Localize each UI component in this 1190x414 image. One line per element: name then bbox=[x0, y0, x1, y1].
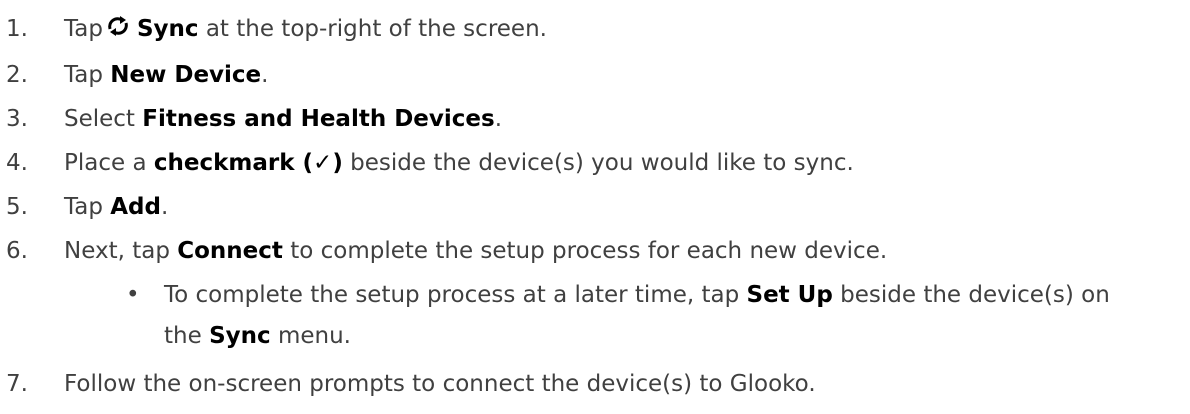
step-6: 6. Next, tap Connect to complete the setu… bbox=[0, 236, 887, 266]
step-5: 5. Tap Add. bbox=[0, 192, 168, 222]
bullet-marker: • bbox=[126, 282, 140, 308]
step-text: Place a checkmark (✓) beside the device(… bbox=[64, 148, 854, 178]
step-post: beside the device(s) you would like to s… bbox=[342, 150, 854, 176]
step-4: 4. Place a checkmark (✓) beside the devic… bbox=[0, 148, 854, 178]
step-number: 3. bbox=[6, 106, 28, 132]
sync-icon bbox=[105, 14, 131, 46]
step-pre: Place a bbox=[64, 150, 154, 176]
step-pre: Select bbox=[64, 106, 143, 132]
sub-bullet-continuation: the Sync menu. bbox=[164, 321, 351, 351]
step-text: Tap New Device. bbox=[64, 60, 268, 90]
step-pre: Tap bbox=[64, 62, 111, 88]
step-text: Tap Add. bbox=[64, 192, 168, 222]
step-number: 7. bbox=[6, 371, 28, 397]
sub-bullet-pre: To complete the setup process at a later… bbox=[164, 282, 747, 308]
step-bold: Connect bbox=[177, 238, 283, 264]
sub-bullet-bold: Set Up bbox=[746, 282, 833, 308]
step-text: Follow the on-screen prompts to connect … bbox=[64, 371, 816, 397]
sub-bullet-post: beside the device(s) on bbox=[832, 282, 1110, 308]
sub-bullet-item: • To complete the setup process at a late… bbox=[126, 280, 1110, 310]
step-post: to complete the setup process for each n… bbox=[282, 238, 888, 264]
step-2: 2. Tap New Device. bbox=[0, 60, 268, 90]
step-1: 1. Tap Sync at the top-right of the screen… bbox=[0, 14, 547, 46]
step-bold: Fitness and Health Devices bbox=[142, 106, 495, 132]
step-post: at the top-right of the screen. bbox=[198, 16, 547, 42]
step-text: Next, tap Connect to complete the setup … bbox=[64, 236, 887, 266]
sub-bullet-bold-2: Sync bbox=[209, 323, 271, 349]
step-number: 2. bbox=[6, 62, 28, 88]
step-number: 1. bbox=[6, 16, 28, 42]
sub-bullet-post-2: menu. bbox=[270, 323, 351, 349]
step-pre: Tap bbox=[64, 194, 111, 220]
step-bold: New Device bbox=[110, 62, 262, 88]
step-3: 3. Select Fitness and Health Devices. bbox=[0, 104, 502, 134]
step-pre: Next, tap bbox=[64, 238, 178, 264]
step-post: . bbox=[494, 106, 503, 132]
step-bold: Sync bbox=[136, 16, 199, 42]
step-7: 7. Follow the on-screen prompts to connec… bbox=[0, 369, 816, 399]
step-text: Select Fitness and Health Devices. bbox=[64, 104, 502, 134]
step-number: 5. bbox=[6, 194, 28, 220]
step-bold: Add bbox=[110, 194, 161, 220]
step-post: . bbox=[261, 62, 269, 88]
step-bold: checkmark (✓) bbox=[153, 150, 343, 176]
step-text: Tap Sync at the top-right of the screen. bbox=[64, 14, 547, 46]
sub-bullet-pre-2: the bbox=[164, 323, 210, 349]
step-pre: Tap bbox=[64, 16, 103, 42]
step-number: 6. bbox=[6, 238, 28, 264]
step-post: . bbox=[160, 194, 169, 220]
step-number: 4. bbox=[6, 150, 28, 176]
